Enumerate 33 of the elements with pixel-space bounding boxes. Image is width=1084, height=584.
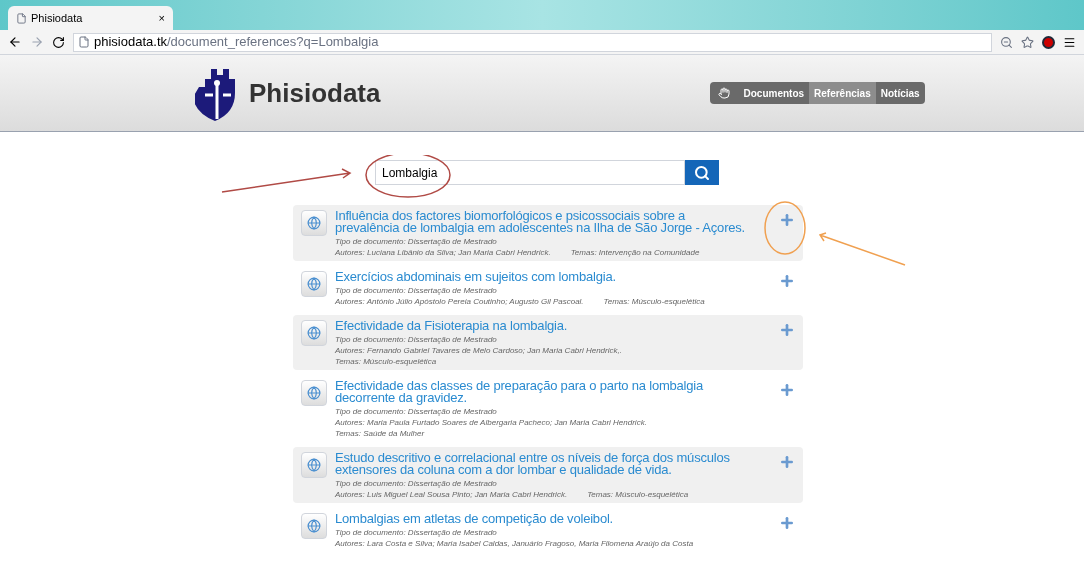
result-meta: Autores: Lara Costa e Silva; Maria Isabel Caldas, Januário Fragoso, Maria Filomena Araújo da Costa — [335, 538, 694, 549]
nav-tab[interactable]: Documentos — [738, 82, 810, 104]
browser-tab[interactable]: Phisiodata × — [8, 6, 173, 30]
url-text: phisiodata.tk/document_references?q=Lombalgia — [94, 33, 379, 52]
result-meta: Autores: Luis Miguel Leal Sousa Pinto; Jan Maria Cabri Hendrick. — [335, 489, 568, 500]
search-field[interactable]: Lombalgia — [375, 160, 685, 185]
result-meta: Temas: Intervenção na Comunidade — [570, 247, 700, 258]
tab-close[interactable]: × — [158, 9, 165, 27]
result-meta: Tipo de documento: Dissertação de Mestrado — [335, 527, 497, 538]
result-meta: Temas: Músculo-esquelética — [603, 296, 705, 307]
nav-tab[interactable]: Referências — [809, 82, 876, 104]
result-meta: Tipo de documento: Dissertação de Mestrado — [335, 334, 497, 345]
result-meta: Temas: Músculo-esquelética — [335, 356, 437, 367]
result-title[interactable]: Lombalgias em atletas de competição de voleibol. — [335, 511, 747, 527]
result-title[interactable]: Efectividade da Fisioterapia na lombalgia. — [335, 318, 747, 334]
address-bar[interactable]: phisiodata.tk/document_references?q=Lombalgia — [73, 32, 992, 52]
result-title[interactable]: Efectividade das classes de preparação para o parto na lombalgia decorrente da gravidez. — [335, 378, 747, 406]
result-title[interactable]: Estudo descritivo e correlacional entre os níveis de força dos músculos extensores da coluna com a dor lombar e qualidade de vida. — [335, 450, 747, 478]
result-meta: Autores: Luciana Libânio da Silva; Jan Maria Cabri Hendrick. — [335, 247, 551, 258]
result-meta: Tipo de documento: Dissertação de Mestrado — [335, 236, 497, 247]
result-meta: Tipo de documento: Dissertação de Mestrado — [335, 285, 497, 296]
result-title[interactable]: Exercícios abdominais em sujeitos com lombalgia. — [335, 269, 747, 285]
tab-title: Phisiodata — [31, 10, 84, 26]
result-meta: Autores: Maria Paula Furtado Soares de Albergaria Pacheco; Jan Maria Cabri Hendrick. — [335, 417, 647, 428]
result-meta: Autores: António Júlio Apóstolo Pereia Coutinho; Augusto Gil Pascoal. — [335, 296, 584, 307]
nav-tab[interactable]: Notícias — [875, 82, 925, 104]
result-title[interactable]: Influência dos factores biomorfológicos e psicossociais sobre a prevalência de lombalgia em adolescentes na Ilha de São Jorge - Açores. — [335, 208, 747, 236]
site-logo-text: Phisiodata — [249, 76, 381, 110]
result-meta: Temas: Músculo-esquelética — [587, 489, 689, 500]
result-meta: Temas: Saúde da Mulher — [335, 428, 425, 439]
result-meta: Tipo de documento: Dissertação de Mestrado — [335, 478, 497, 489]
result-meta: Tipo de documento: Dissertação de Mestrado — [335, 406, 497, 417]
result-meta: Autores: Fernando Gabriel Tavares de Melo Cardoso; Jan Maria Cabri Hendrick,. — [335, 345, 622, 356]
